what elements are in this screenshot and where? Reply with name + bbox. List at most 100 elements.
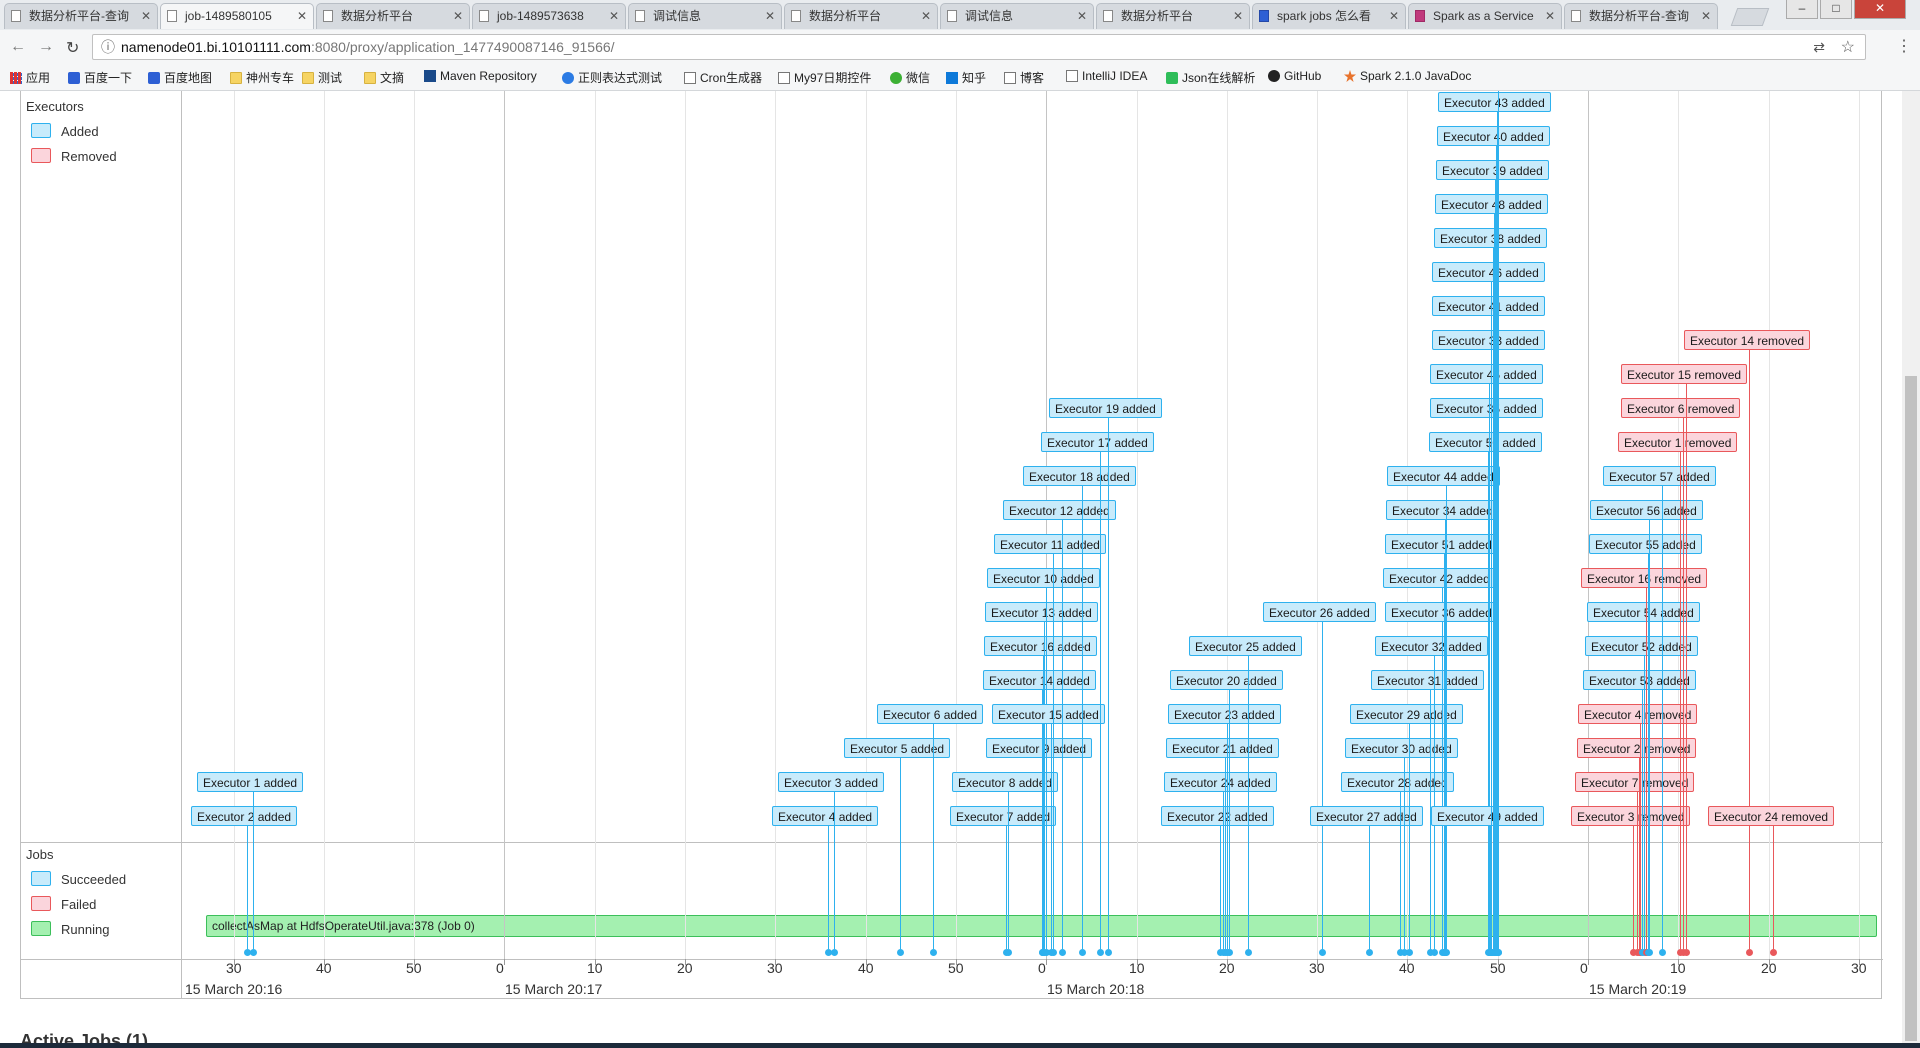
event-dot[interactable] — [1097, 949, 1104, 956]
address-bar[interactable]: ⓘ namenode01.bi.10101111.com:8080/proxy/… — [92, 34, 1866, 60]
executor-event-removed[interactable]: Executor 24 removed — [1708, 806, 1835, 826]
executor-event-removed[interactable]: Executor 2 removed — [1577, 738, 1697, 758]
bookmark-item[interactable]: 百度一下 — [68, 69, 132, 86]
browser-tab[interactable]: job-1489580105 ✕ — [160, 3, 314, 29]
executor-event-added[interactable]: Executor 1 added — [197, 772, 304, 792]
executor-event-added[interactable]: Executor 45 added — [1430, 364, 1543, 384]
event-dot[interactable] — [1319, 949, 1326, 956]
tab-close-icon[interactable]: ✕ — [609, 4, 619, 28]
event-dot[interactable] — [250, 949, 257, 956]
tab-close-icon[interactable]: ✕ — [453, 4, 463, 28]
forward-arrow-icon[interactable]: → — [38, 38, 54, 56]
event-dot[interactable] — [1079, 949, 1086, 956]
tab-close-icon[interactable]: ✕ — [1233, 4, 1243, 28]
browser-tab[interactable]: 数据分析平台 ✕ — [784, 3, 938, 29]
event-dot[interactable] — [1746, 949, 1753, 956]
event-dot[interactable] — [1406, 949, 1413, 956]
bookmark-item[interactable]: GitHub — [1268, 69, 1321, 83]
bookmark-item[interactable]: 神州专车 — [230, 69, 294, 86]
executor-event-added[interactable]: Executor 39 added — [1436, 160, 1549, 180]
executor-event-added[interactable]: Executor 42 added — [1383, 568, 1496, 588]
executor-event-added[interactable]: Executor 32 added — [1375, 636, 1488, 656]
executor-event-added[interactable]: Executor 27 added — [1310, 806, 1423, 826]
executor-event-removed[interactable]: Executor 6 removed — [1621, 398, 1741, 418]
executor-event-added[interactable]: Executor 21 added — [1166, 738, 1279, 758]
browser-menu-icon[interactable]: ⋮ — [1896, 36, 1912, 56]
tab-close-icon[interactable]: ✕ — [297, 4, 307, 28]
back-arrow-icon[interactable]: ← — [10, 38, 26, 56]
tab-close-icon[interactable]: ✕ — [1389, 4, 1399, 28]
scrollbar-thumb[interactable] — [1905, 376, 1917, 1041]
executor-event-added[interactable]: Executor 13 added — [985, 602, 1098, 622]
browser-tab[interactable]: job-1489573638 ✕ — [472, 3, 626, 29]
browser-tab[interactable]: 调试信息 ✕ — [628, 3, 782, 29]
executor-event-added[interactable]: Executor 11 added — [994, 534, 1106, 554]
executor-event-added[interactable]: Executor 31 added — [1371, 670, 1484, 690]
browser-tab[interactable]: 数据分析平台 ✕ — [316, 3, 470, 29]
close-window-button[interactable]: ✕ — [1854, 0, 1906, 19]
executor-event-removed[interactable]: Executor 7 removed — [1575, 772, 1695, 792]
event-dot[interactable] — [930, 949, 937, 956]
executor-event-added[interactable]: Executor 2 added — [191, 806, 298, 826]
minimize-window-button[interactable]: – — [1786, 0, 1818, 19]
browser-tab[interactable]: Spark as a Service ✕ — [1408, 3, 1562, 29]
bookmark-item[interactable]: 正则表达式测试 — [562, 69, 662, 86]
bookmark-item[interactable]: Maven Repository — [424, 69, 537, 83]
page-info-icon[interactable]: ⓘ — [101, 35, 115, 60]
executor-event-added[interactable]: Executor 38 added — [1434, 228, 1547, 248]
browser-tab[interactable]: spark jobs 怎么看 ✕ — [1252, 3, 1406, 29]
executor-event-added[interactable]: Executor 15 added — [992, 704, 1105, 724]
tab-close-icon[interactable]: ✕ — [765, 4, 775, 28]
executor-event-removed[interactable]: Executor 14 removed — [1684, 330, 1811, 350]
bookmark-item[interactable]: Cron生成器 — [684, 69, 762, 86]
event-dot[interactable] — [1005, 949, 1012, 956]
event-dot[interactable] — [1226, 949, 1233, 956]
executor-event-removed[interactable]: Executor 15 removed — [1621, 364, 1748, 384]
executor-event-added[interactable]: Executor 49 added — [1431, 806, 1544, 826]
event-dot[interactable] — [1105, 949, 1112, 956]
executor-event-added[interactable]: Executor 4 added — [772, 806, 879, 826]
tab-close-icon[interactable]: ✕ — [1701, 4, 1711, 28]
tab-close-icon[interactable]: ✕ — [141, 4, 151, 28]
tab-close-icon[interactable]: ✕ — [1077, 4, 1087, 28]
executor-event-added[interactable]: Executor 48 added — [1435, 194, 1548, 214]
executor-event-added[interactable]: Executor 53 added — [1583, 670, 1696, 690]
event-dot[interactable] — [1443, 949, 1450, 956]
event-dot[interactable] — [1059, 949, 1066, 956]
event-dot[interactable] — [1646, 949, 1653, 956]
browser-tab[interactable]: 数据分析平台-查询 ✕ — [4, 3, 158, 29]
executor-event-added[interactable]: Executor 44 added — [1387, 466, 1500, 486]
event-dot[interactable] — [1683, 949, 1690, 956]
executor-event-added[interactable]: Executor 51 added — [1385, 534, 1498, 554]
translate-icon[interactable]: ⇄ — [1813, 35, 1825, 60]
executor-event-added[interactable]: Executor 35 added — [1430, 398, 1543, 418]
page-scrollbar[interactable] — [1902, 91, 1920, 1045]
executor-event-added[interactable]: Executor 6 added — [877, 704, 984, 724]
executor-event-added[interactable]: Executor 23 added — [1168, 704, 1281, 724]
event-dot[interactable] — [1659, 949, 1666, 956]
executor-event-added[interactable]: Executor 55 added — [1589, 534, 1702, 554]
executor-event-added[interactable]: Executor 22 added — [1161, 806, 1274, 826]
bookmark-item[interactable]: 文摘 — [364, 69, 404, 86]
executor-event-added[interactable]: Executor 30 added — [1345, 738, 1458, 758]
executor-event-added[interactable]: Executor 25 added — [1189, 636, 1302, 656]
event-dot[interactable] — [1245, 949, 1252, 956]
executor-event-added[interactable]: Executor 40 added — [1437, 126, 1550, 146]
reload-icon[interactable]: ↻ — [66, 38, 79, 58]
executor-event-added[interactable]: Executor 24 added — [1164, 772, 1277, 792]
executor-event-added[interactable]: Executor 14 added — [983, 670, 1096, 690]
browser-tab[interactable]: 数据分析平台-查询 ✕ — [1564, 3, 1718, 29]
bookmark-item[interactable]: My97日期控件 — [778, 69, 871, 86]
event-dot[interactable] — [1495, 949, 1502, 956]
bookmark-item[interactable]: 知乎 — [946, 69, 986, 86]
executor-event-added[interactable]: Executor 57 added — [1603, 466, 1716, 486]
event-dot[interactable] — [1770, 949, 1777, 956]
executor-event-removed[interactable]: Executor 3 removed — [1571, 806, 1691, 826]
bookmark-item[interactable]: IntelliJ IDEA — [1066, 69, 1147, 83]
bookmark-item[interactable]: 应用 — [10, 69, 50, 86]
executor-event-removed[interactable]: Executor 16 removed — [1581, 568, 1708, 588]
bookmark-star-icon[interactable]: ☆ — [1841, 35, 1855, 60]
event-dot[interactable] — [1431, 949, 1438, 956]
event-dot[interactable] — [1366, 949, 1373, 956]
executor-event-added[interactable]: Executor 20 added — [1170, 670, 1283, 690]
